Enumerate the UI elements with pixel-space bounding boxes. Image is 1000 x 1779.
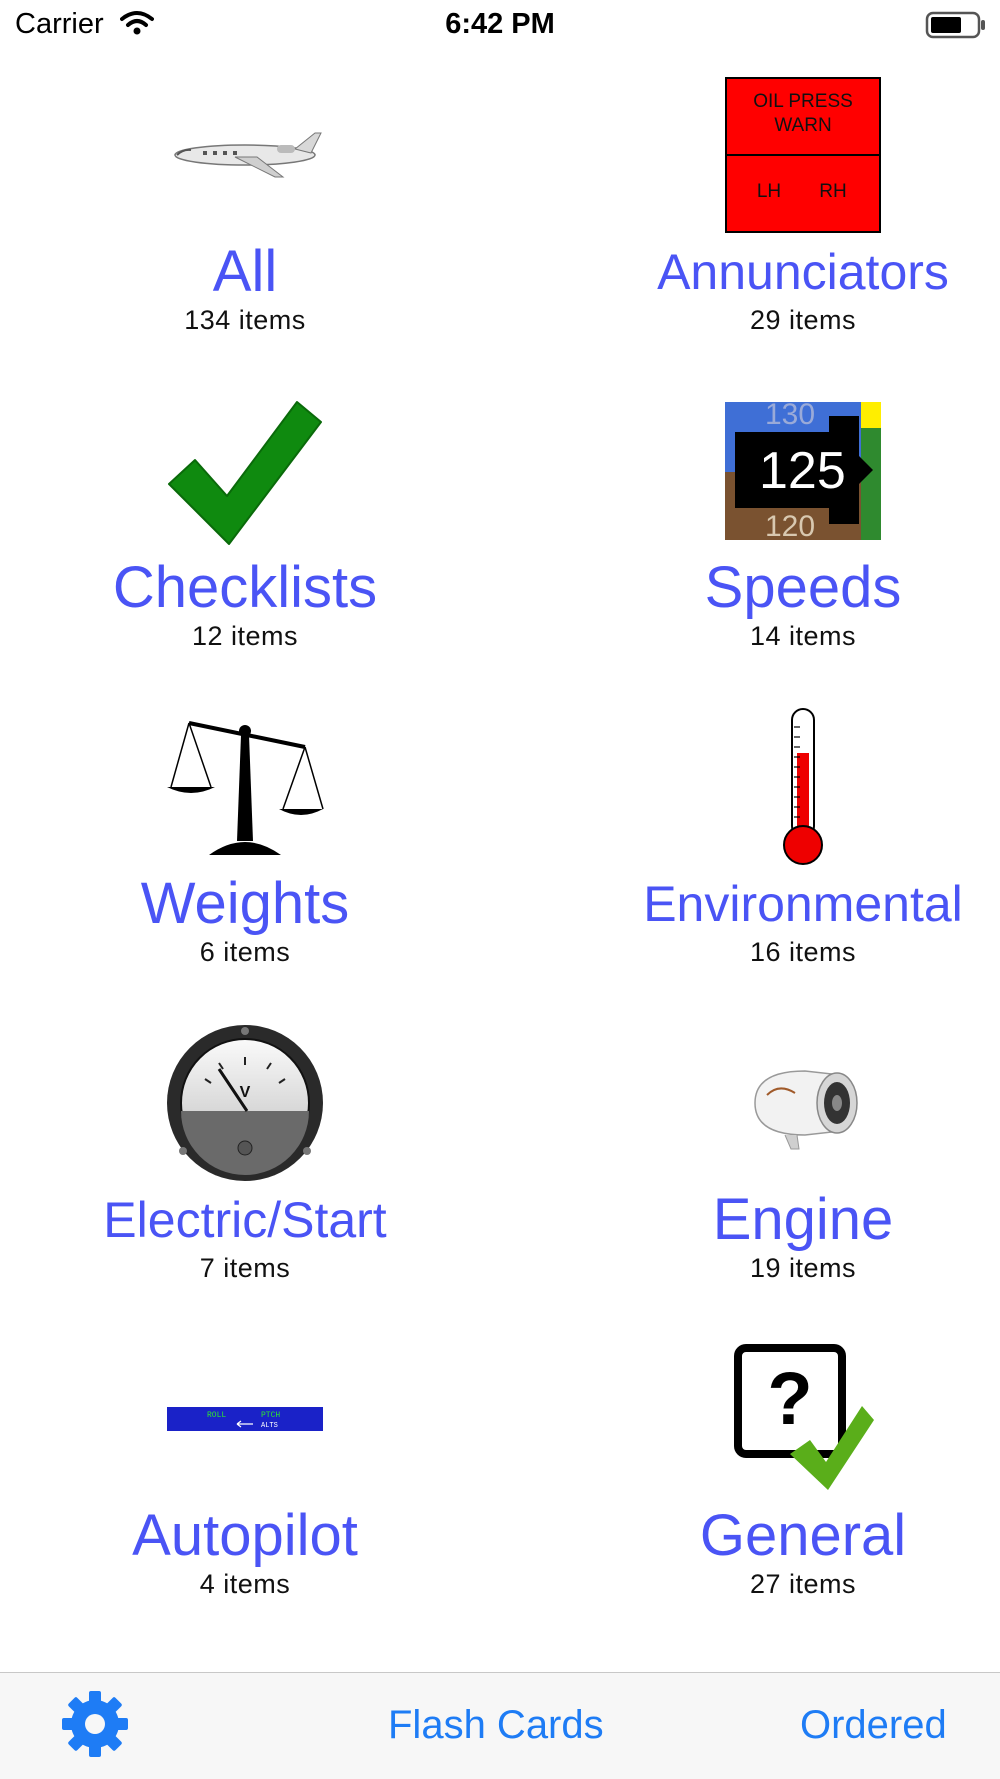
speed-upper-text: 130 xyxy=(765,402,815,431)
jet-engine-icon xyxy=(754,1070,858,1150)
status-bar: Carrier 6:42 PM xyxy=(0,0,1000,50)
question-check-icon: ? xyxy=(734,1344,874,1490)
category-count: 6 items xyxy=(199,937,291,967)
ordered-button[interactable]: Ordered xyxy=(800,1703,947,1748)
jet-aircraft-icon xyxy=(174,132,322,178)
voltmeter-gauge-icon: V xyxy=(167,1025,323,1181)
category-checklists[interactable]: Checklists 12 items xyxy=(0,366,495,682)
annunciator-right-text: RH xyxy=(819,181,846,202)
category-all[interactable]: All 134 items xyxy=(0,50,495,366)
flash-cards-button[interactable]: Flash Cards xyxy=(388,1703,604,1748)
category-count: 16 items xyxy=(749,937,857,967)
balance-scale-icon xyxy=(167,721,324,855)
category-label: Weights xyxy=(140,871,350,936)
category-count: 27 items xyxy=(749,1569,857,1599)
category-label: Checklists xyxy=(112,555,378,620)
category-engine[interactable]: Engine 19 items xyxy=(553,998,1000,1314)
autopilot-display-icon: ROLL PTCH ALTS xyxy=(167,1407,323,1431)
category-label: Speeds xyxy=(704,555,902,620)
category-label: Autopilot xyxy=(132,1503,358,1568)
category-environmental[interactable]: Environmental 16 items xyxy=(553,682,1000,998)
category-count: 14 items xyxy=(749,621,857,651)
checkmark-icon xyxy=(168,401,322,545)
speed-value-text: 125 xyxy=(759,442,846,500)
category-weights[interactable]: Weights 6 items xyxy=(0,682,495,998)
annunciator-panel-icon: OIL PRESS WARN LH RH xyxy=(725,77,881,233)
category-count: 12 items xyxy=(191,621,299,651)
gauge-unit-text: V xyxy=(240,1084,251,1101)
category-label: Engine xyxy=(712,1187,894,1252)
status-time: 6:42 PM xyxy=(445,8,555,40)
gear-icon[interactable] xyxy=(60,1689,130,1764)
category-electric-start[interactable]: V Electric/Start 7 items xyxy=(0,998,495,1314)
category-count: 4 items xyxy=(199,1569,291,1599)
autopilot-pitch-text: PTCH xyxy=(261,1411,280,1420)
battery-icon xyxy=(925,11,987,47)
category-count: 19 items xyxy=(749,1253,857,1283)
category-label: General xyxy=(699,1503,907,1568)
category-annunciators[interactable]: OIL PRESS WARN LH RH Annunciators 29 item… xyxy=(553,50,1000,366)
question-mark-text: ? xyxy=(767,1357,812,1440)
thermometer-icon xyxy=(783,708,823,865)
bottom-toolbar: Flash Cards Ordered xyxy=(0,1672,1000,1779)
category-label: Annunciators xyxy=(657,244,949,300)
category-count: 29 items xyxy=(749,305,857,335)
autopilot-roll-text: ROLL xyxy=(207,1411,226,1420)
category-count: 134 items xyxy=(184,305,306,335)
category-label: All xyxy=(212,239,278,304)
category-label: Environmental xyxy=(643,876,963,932)
category-speeds[interactable]: 130 120 125 Speeds 14 items xyxy=(553,366,1000,682)
category-autopilot[interactable]: ROLL PTCH ALTS Autopilot 4 items xyxy=(0,1314,495,1630)
category-label: Electric/Start xyxy=(103,1192,387,1248)
airspeed-tape-icon: 130 120 125 xyxy=(725,402,881,540)
category-general[interactable]: ? General 27 items xyxy=(553,1314,1000,1630)
autopilot-alts-text: ALTS xyxy=(261,1422,278,1430)
annunciator-left-text: LH xyxy=(757,181,781,202)
category-count: 7 items xyxy=(199,1253,291,1283)
speed-lower-text: 120 xyxy=(765,510,815,540)
